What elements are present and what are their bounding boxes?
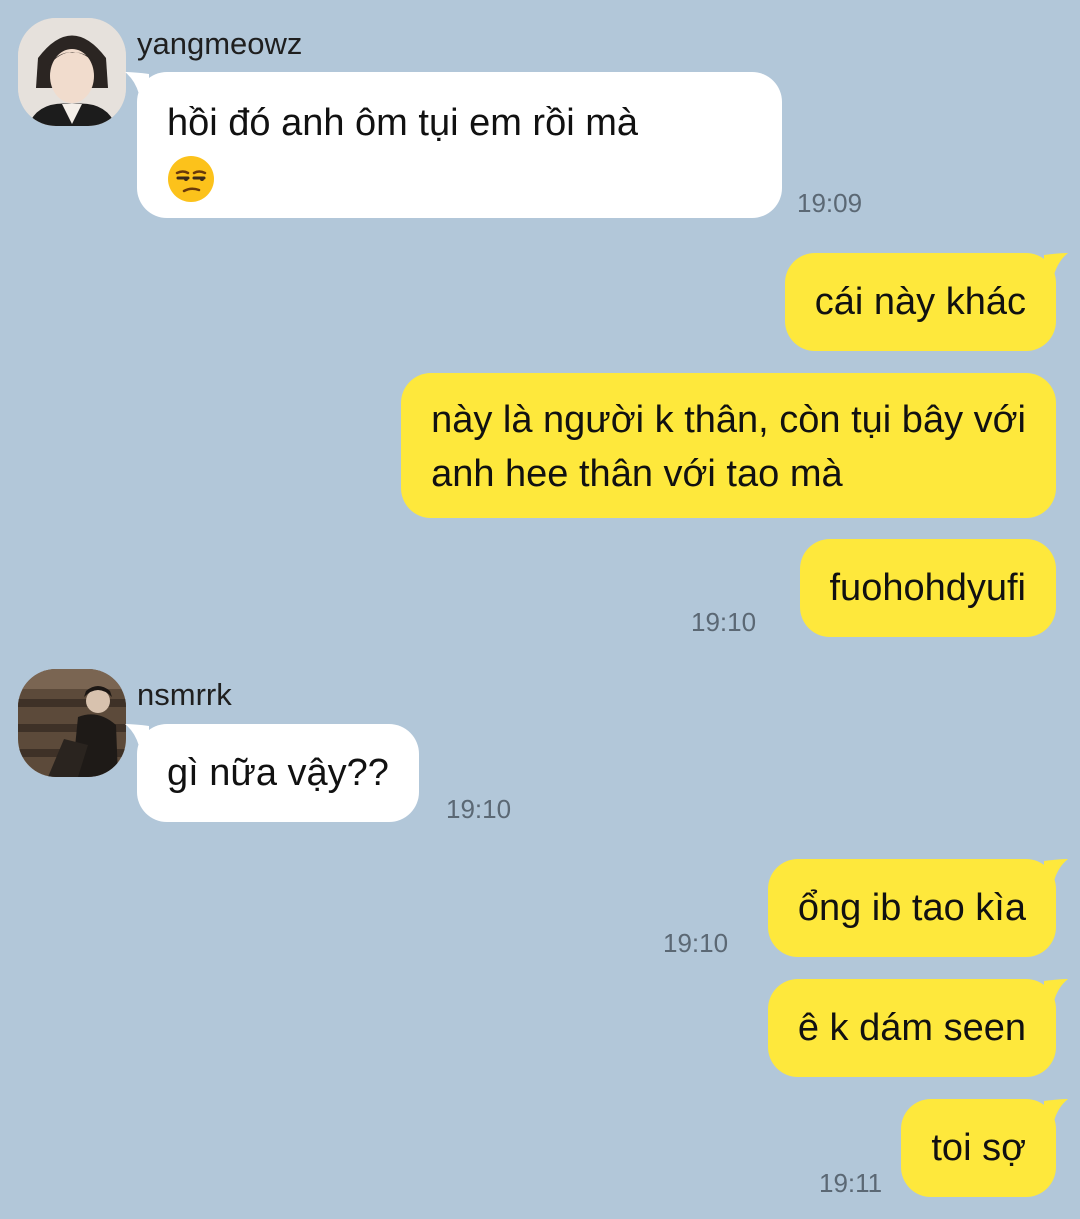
message-text: ê k dám seen bbox=[797, 1007, 1026, 1049]
message-bubble-incoming[interactable]: gì nữa vậy?? bbox=[125, 724, 419, 822]
sender-name: yangmeowz bbox=[137, 26, 303, 61]
unamused-face-icon bbox=[168, 155, 214, 202]
message-bubble-outgoing[interactable]: toi sợ bbox=[901, 1099, 1068, 1197]
timestamp: 19:10 bbox=[691, 607, 757, 637]
timestamp: 19:09 bbox=[797, 188, 863, 218]
message-text-line-2: anh hee thân với tao mà bbox=[431, 453, 843, 495]
sender-name: nsmrrk bbox=[137, 677, 232, 712]
message-bubble-outgoing[interactable]: này là người k thân, còn tụi bây với anh… bbox=[401, 373, 1056, 518]
bubble-tail bbox=[1044, 979, 1068, 1001]
message-text: hồi đó anh ôm tụi em rồi mà bbox=[167, 102, 639, 144]
message-bubble-outgoing[interactable]: ê k dám seen bbox=[767, 979, 1068, 1077]
timestamp: 19:10 bbox=[663, 928, 729, 958]
avatar-nsmrrk[interactable] bbox=[18, 669, 126, 777]
bubble-tail bbox=[1044, 253, 1068, 275]
message-text: cái này khác bbox=[814, 281, 1026, 323]
message-text: toi sợ bbox=[931, 1127, 1026, 1169]
profile-photo bbox=[18, 669, 126, 777]
message-text: ổng ib tao kìa bbox=[797, 887, 1026, 929]
message-text: fuohohdyufi bbox=[829, 567, 1027, 609]
bubble-tail bbox=[125, 724, 149, 746]
message-bubble-outgoing[interactable]: fuohohdyufi bbox=[799, 539, 1056, 637]
avatar-yangmeowz[interactable] bbox=[18, 18, 126, 126]
message-text-line-1: này là người k thân, còn tụi bây với bbox=[431, 399, 1026, 441]
bubble-tail bbox=[1044, 1099, 1068, 1121]
bubble-tail bbox=[125, 72, 149, 94]
message-bubble-outgoing[interactable]: ổng ib tao kìa bbox=[767, 859, 1068, 957]
message-bubble-outgoing[interactable]: cái này khác bbox=[784, 253, 1068, 351]
bubble-tail bbox=[1044, 859, 1068, 881]
profile-photo bbox=[18, 18, 126, 126]
timestamp: 19:11 bbox=[819, 1168, 883, 1198]
message-bubble-incoming[interactable]: hồi đó anh ôm tụi em rồi mà bbox=[125, 72, 782, 218]
timestamp: 19:10 bbox=[446, 794, 512, 824]
message-text: gì nữa vậy?? bbox=[167, 752, 389, 794]
